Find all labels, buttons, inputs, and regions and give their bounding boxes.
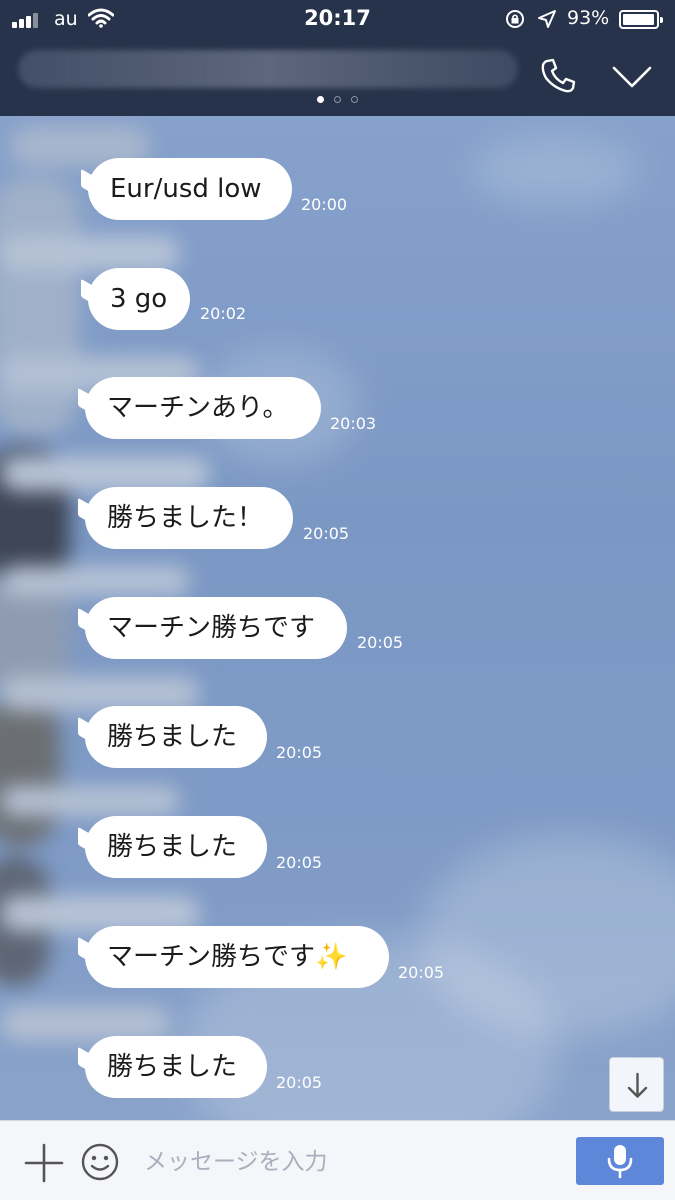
- message-text: マーチンあり。: [107, 393, 289, 423]
- chat-history[interactable]: Eur/usd low 20:00 3 go 20:02 マーチンあり。 20:…: [0, 116, 675, 1120]
- message-time: 20:05: [303, 524, 350, 543]
- message-text: 勝ちました: [107, 1052, 238, 1082]
- message-time: 20:02: [200, 304, 247, 323]
- message-bubble[interactable]: 勝ちました: [78, 706, 267, 768]
- chat-title-blurred: [18, 50, 518, 88]
- message-text: マーチン勝ちです✨: [107, 942, 348, 972]
- message-bubble[interactable]: 勝ちました: [78, 1036, 267, 1098]
- page-dot: [334, 96, 341, 103]
- message-bubble[interactable]: 勝ちました: [78, 816, 267, 878]
- message-bubble[interactable]: Eur/usd low: [81, 158, 292, 220]
- message-time: 20:00: [301, 195, 348, 214]
- page-dot: [351, 96, 358, 103]
- message-time: 20:05: [276, 743, 323, 762]
- battery-percent: 93%: [567, 7, 610, 29]
- message-time: 20:05: [276, 853, 323, 872]
- message-text: 勝ちました: [107, 722, 238, 752]
- plus-icon[interactable]: [24, 1143, 64, 1183]
- arrow-down-icon: [627, 1072, 648, 1098]
- message-text: 3 go: [110, 284, 168, 314]
- phone-icon[interactable]: [536, 54, 580, 98]
- message-input-bar: メッセージを入力: [0, 1120, 675, 1200]
- message-bubble[interactable]: マーチン勝ちです✨: [78, 926, 389, 988]
- message-time: 20:05: [357, 633, 404, 652]
- message-text: 勝ちました: [107, 832, 238, 862]
- message-text: マーチン勝ちです: [107, 613, 316, 643]
- message-text: 勝ちました！: [107, 503, 264, 533]
- microphone-icon: [607, 1145, 633, 1179]
- page-dot-active: [317, 96, 324, 103]
- location-arrow-icon: [538, 10, 556, 28]
- message-bubble[interactable]: 勝ちました！: [78, 487, 293, 549]
- message-time: 20:05: [398, 963, 445, 982]
- message-bubble[interactable]: 3 go: [81, 268, 190, 330]
- status-bar: au 20:17 93%: [0, 0, 675, 38]
- rotation-lock-icon: [506, 10, 524, 28]
- voice-input-button[interactable]: [576, 1137, 664, 1185]
- chat-header: [0, 38, 675, 116]
- emoji-icon[interactable]: [80, 1142, 120, 1182]
- message-time: 20:03: [330, 414, 377, 433]
- scroll-to-bottom-button[interactable]: [609, 1057, 664, 1112]
- message-input[interactable]: メッセージを入力: [138, 1141, 558, 1183]
- message-text: Eur/usd low: [110, 174, 262, 204]
- page-indicator: [0, 96, 675, 103]
- message-bubble[interactable]: マーチンあり。: [78, 377, 321, 439]
- message-bubble[interactable]: マーチン勝ちです: [78, 597, 347, 659]
- chevron-down-icon[interactable]: [610, 60, 654, 92]
- message-time: 20:05: [276, 1073, 323, 1092]
- battery-icon: [619, 10, 663, 29]
